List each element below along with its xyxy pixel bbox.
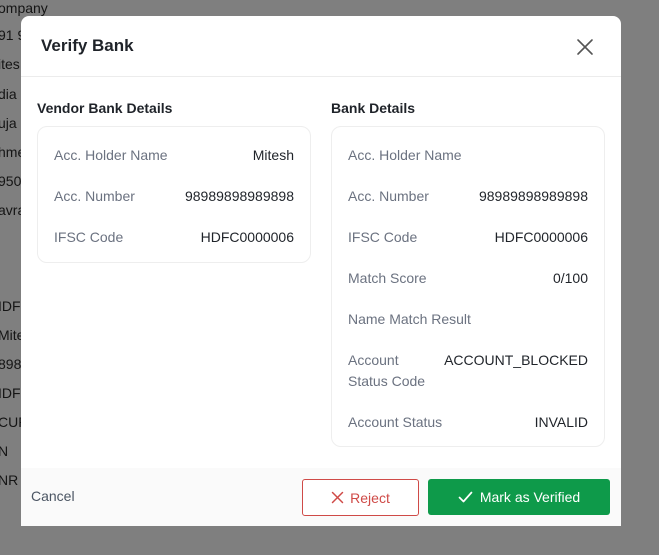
field-value: Mitesh: [252, 147, 294, 163]
field-label: Account Status Code: [348, 352, 426, 389]
modal-footer: Cancel Reject Mark as Verified: [21, 468, 621, 526]
field-value: ACCOUNT_BLOCKED: [444, 352, 588, 368]
mark-as-verified-button[interactable]: Mark as Verified: [428, 479, 610, 515]
verify-bank-modal: Verify Bank Vendor Bank Details Acc. Hol…: [21, 16, 621, 526]
vendor-bank-details-card: Acc. Holder Name Mitesh Acc. Number 9898…: [37, 126, 311, 263]
modal-header: Verify Bank: [21, 16, 621, 77]
field-value: 98989898989898: [184, 188, 294, 204]
bank-details-card: Acc. Holder Name Acc. Number 98989898989…: [331, 126, 605, 447]
field-label: Acc. Holder Name: [54, 147, 168, 163]
field-label: Acc. Number: [348, 188, 429, 204]
field-value: INVALID: [534, 414, 588, 430]
reject-button[interactable]: Reject: [302, 479, 419, 516]
check-icon: [458, 491, 473, 503]
x-icon: [331, 491, 344, 504]
field-value: HDFC0000006: [494, 229, 588, 245]
field-label: Acc. Number: [54, 188, 135, 204]
bank-status-code-row: Account Status Code ACCOUNT_BLOCKED: [348, 350, 588, 392]
field-label: IFSC Code: [348, 229, 418, 245]
field-value: 98989898989898: [478, 188, 588, 204]
modal-title: Verify Bank: [41, 36, 134, 55]
field-label: Match Score: [348, 270, 427, 286]
vendor-bank-details-title: Vendor Bank Details: [37, 100, 173, 116]
close-button[interactable]: [573, 35, 597, 59]
field-label: Acc. Holder Name: [348, 147, 462, 163]
field-value: 0/100: [552, 270, 588, 286]
field-label: IFSC Code: [54, 229, 124, 245]
close-icon: [577, 39, 593, 55]
bank-details-title: Bank Details: [331, 100, 416, 116]
field-label: Name Match Result: [348, 311, 471, 327]
field-label: Account Status: [348, 414, 443, 430]
cancel-button[interactable]: Cancel: [31, 488, 75, 504]
reject-button-label: Reject: [350, 489, 390, 506]
mark-as-verified-label: Mark as Verified: [479, 489, 581, 505]
field-value: HDFC0000006: [200, 229, 294, 245]
